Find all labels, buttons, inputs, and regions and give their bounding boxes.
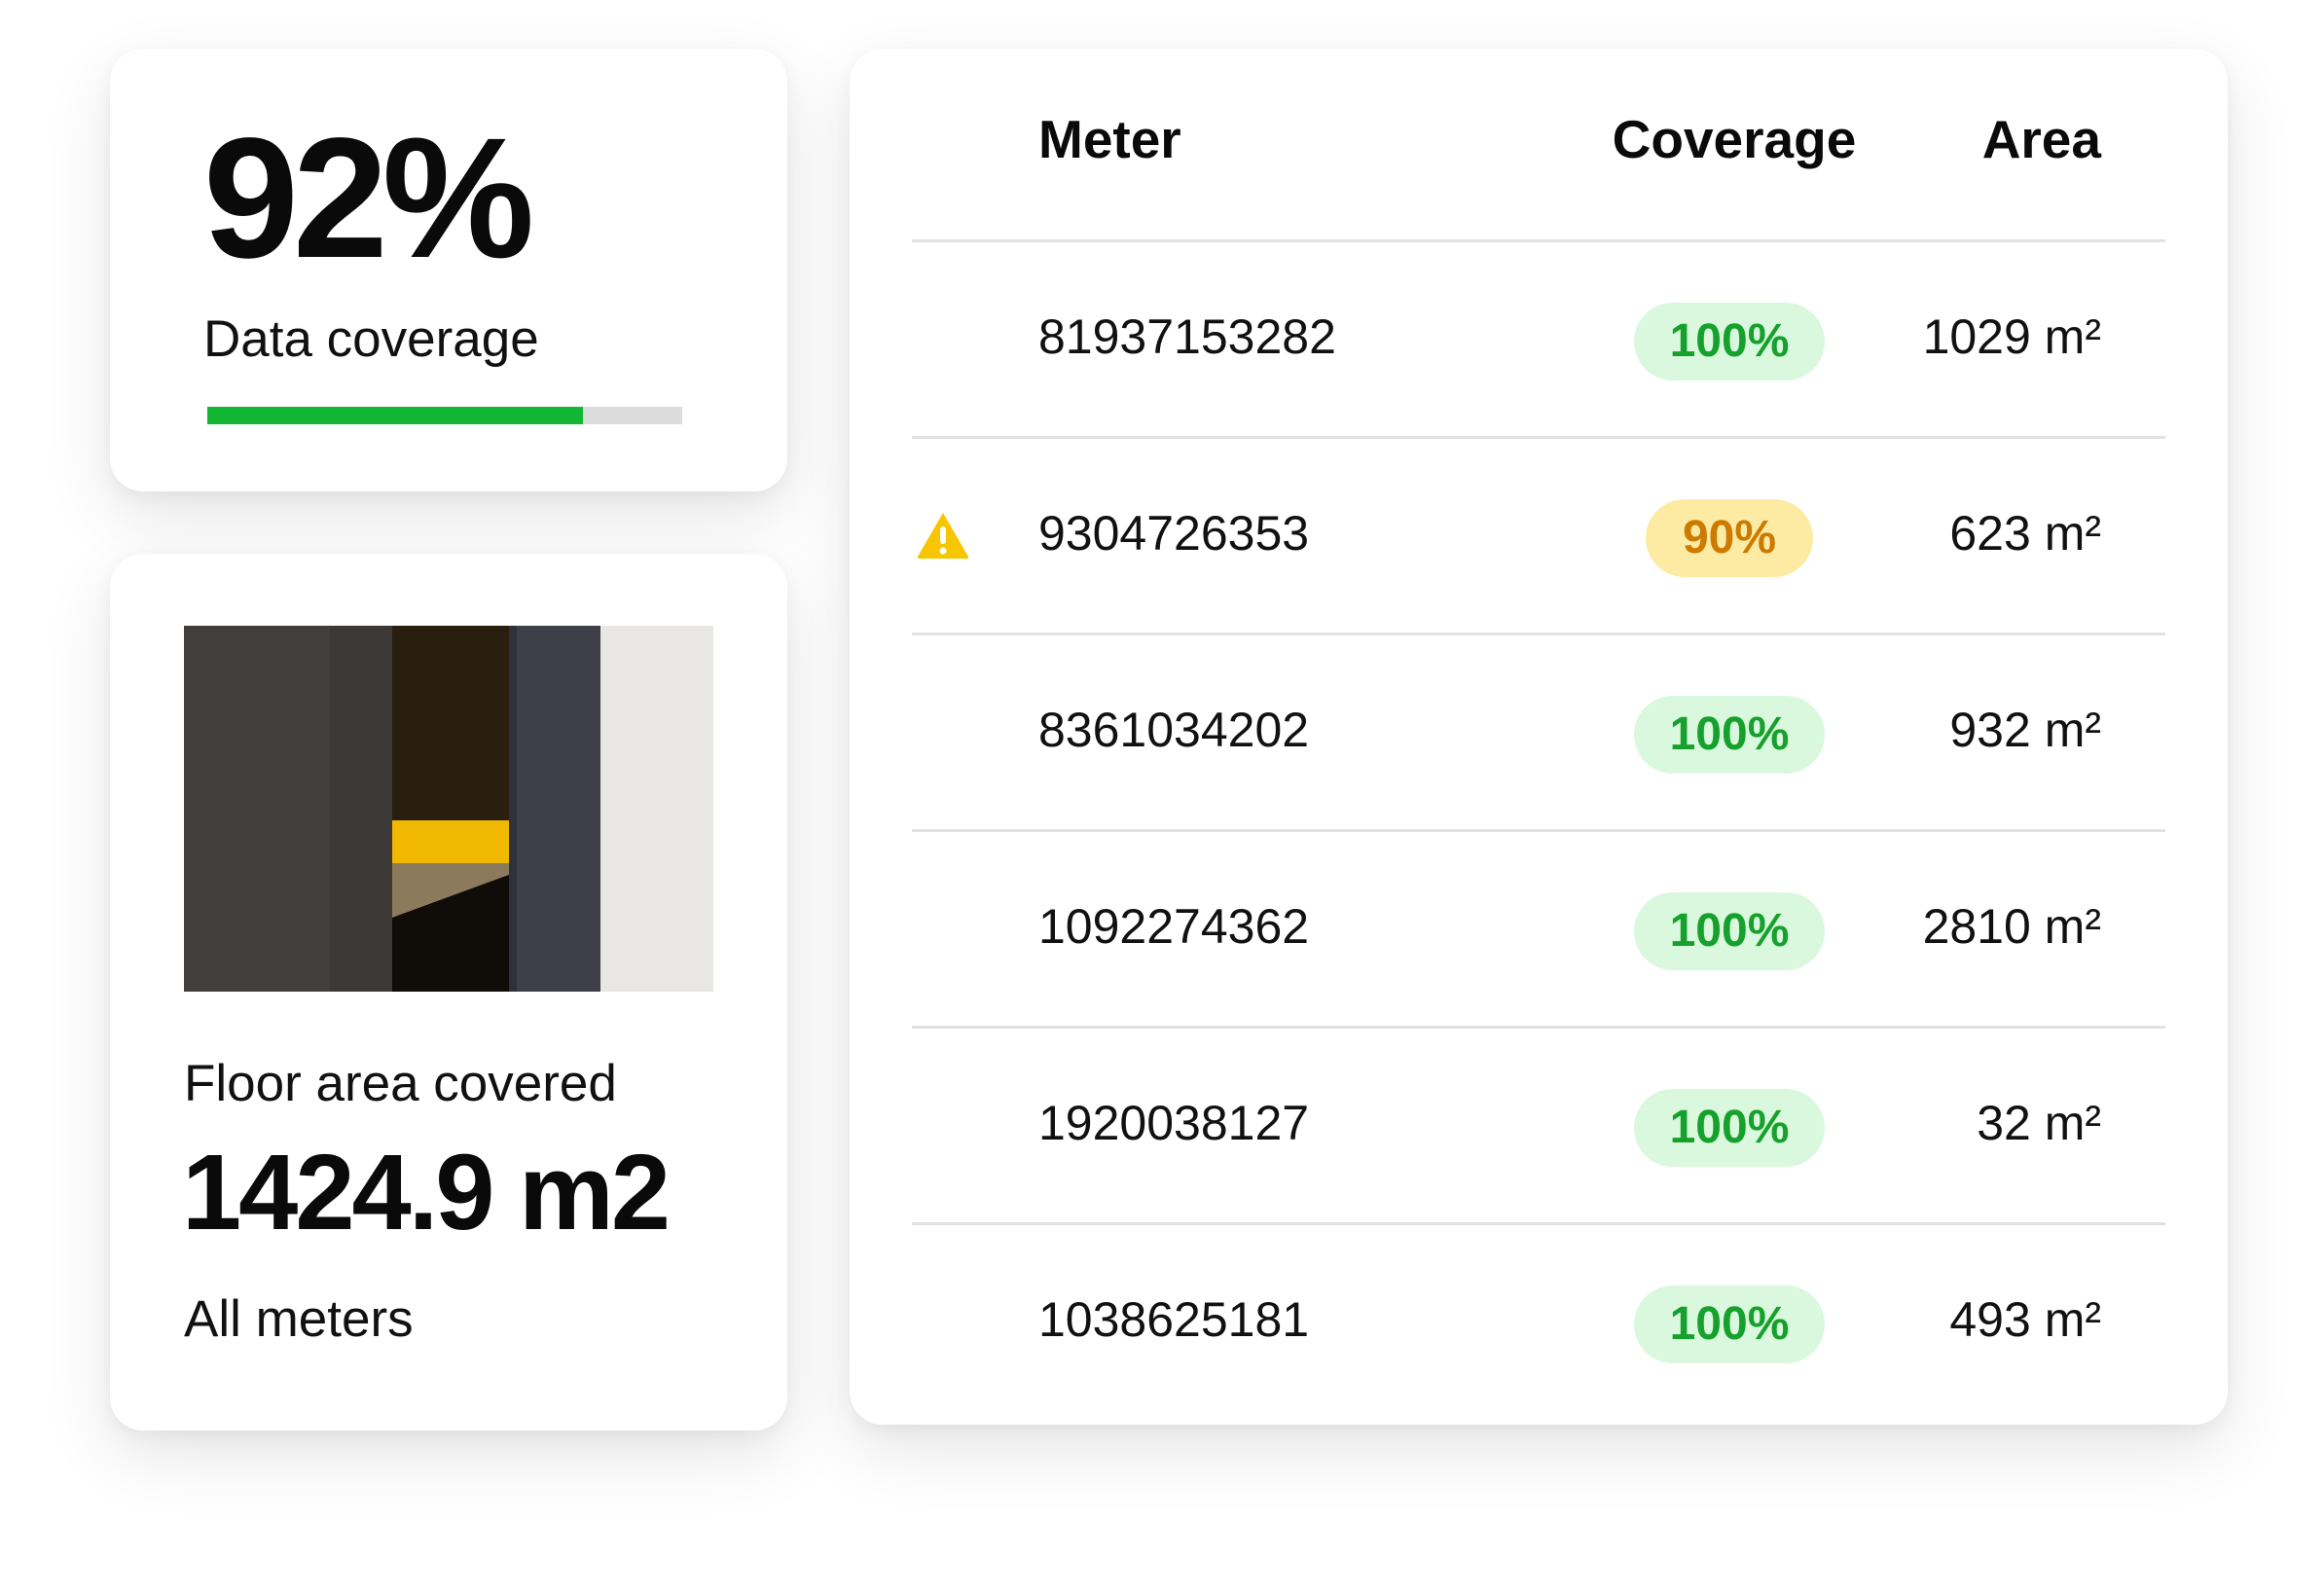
meter-id: 1038625181 — [1038, 1292, 1310, 1347]
coverage-percentage: 92% — [203, 103, 534, 294]
column-header-meter[interactable]: Meter — [1038, 113, 1181, 166]
meter-id: 9304726353 — [1038, 506, 1310, 561]
meter-area: 32 m² — [1977, 1096, 2101, 1150]
table-row[interactable]: 8361034202 100% 932 m² — [912, 633, 2165, 832]
table-row[interactable]: 1092274362 100% 2810 m² — [912, 829, 2165, 1029]
data-coverage-card: 92% Data coverage — [110, 49, 787, 491]
meters-table: Meter Coverage Area 81937153282 100% 102… — [850, 49, 2228, 1425]
meter-area: 2810 m² — [1922, 899, 2101, 954]
meter-area: 493 m² — [1949, 1292, 2101, 1347]
meter-id: 8361034202 — [1038, 703, 1310, 757]
meter-id: 1920038127 — [1038, 1096, 1310, 1150]
floor-area-value: 1424.9 m2 — [182, 1133, 671, 1252]
coverage-progress-fill — [207, 407, 583, 424]
table-row[interactable]: 81937153282 100% 1029 m² — [912, 239, 2165, 439]
floor-area-scope: All meters — [184, 1290, 414, 1348]
building-photo-image — [184, 626, 713, 992]
coverage-label: Data coverage — [203, 310, 539, 368]
table-row[interactable]: 1038625181 100% 493 m² — [912, 1222, 2165, 1422]
meter-area: 623 m² — [1949, 506, 2101, 561]
floor-area-label: Floor area covered — [184, 1055, 617, 1112]
meter-area: 932 m² — [1949, 703, 2101, 757]
building-photo — [184, 626, 713, 992]
coverage-progress-bar — [207, 407, 682, 424]
meter-id: 1092274362 — [1038, 899, 1310, 954]
coverage-badge: 100% — [1634, 1089, 1825, 1167]
meter-id: 81937153282 — [1038, 309, 1336, 364]
coverage-badge: 100% — [1634, 892, 1825, 970]
table-row[interactable]: 1920038127 100% 32 m² — [912, 1026, 2165, 1225]
coverage-badge: 100% — [1634, 696, 1825, 774]
coverage-badge: 90% — [1646, 499, 1813, 577]
column-header-area[interactable]: Area — [1982, 113, 2101, 166]
warning-triangle-icon — [917, 513, 969, 559]
table-row[interactable]: 9304726353 90% 623 m² — [912, 436, 2165, 635]
meter-coverage-dashboard: 92% Data coverage Floor area covered 142… — [0, 0, 2324, 1594]
coverage-badge: 100% — [1634, 1286, 1825, 1363]
meter-area: 1029 m² — [1922, 309, 2101, 364]
floor-area-card: Floor area covered 1424.9 m2 All meters — [110, 554, 787, 1431]
coverage-badge: 100% — [1634, 303, 1825, 380]
column-header-coverage[interactable]: Coverage — [1599, 113, 1870, 166]
